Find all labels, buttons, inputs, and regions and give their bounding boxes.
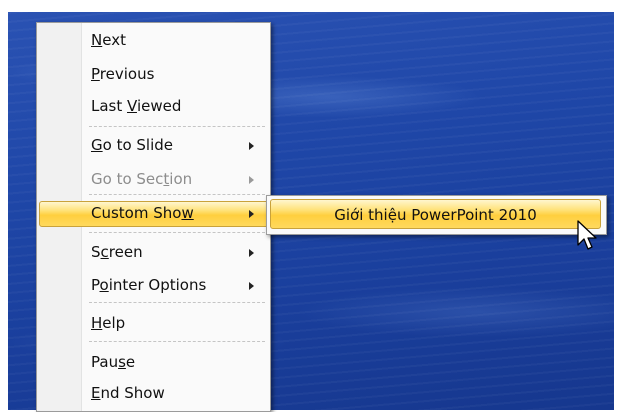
menu-item-label: Last Viewed [91,97,182,115]
submenu-arrow-icon [249,210,254,218]
menu-separator [89,194,265,195]
slideshow-context-menu: Next Previous Last Viewed Go to Slide Go… [36,22,271,412]
menu-item-label: Screen [91,243,143,261]
menu-item-next[interactable]: Next [39,28,267,54]
submenu-item-label: Giới thiệu PowerPoint 2010 [334,206,537,224]
menu-item-label: Pointer Options [91,276,207,294]
menu-item-label: Help [91,314,126,332]
menu-item-previous[interactable]: Previous [39,62,267,88]
mouse-pointer-icon [577,220,597,250]
submenu-arrow-icon [249,176,254,184]
submenu-arrow-icon [249,142,254,150]
menu-separator [89,232,265,233]
submenu-arrow-icon [249,282,254,290]
menu-item-custom-show[interactable]: Custom Show [39,201,270,227]
menu-item-pointer-options[interactable]: Pointer Options [39,273,267,299]
menu-separator [89,341,265,342]
custom-show-submenu: Giới thiệu PowerPoint 2010 [266,195,607,235]
menu-item-screen[interactable]: Screen [39,240,267,266]
menu-item-end-show[interactable]: End Show [39,381,267,407]
menu-item-label: Go to Slide [91,136,174,154]
menu-item-label: Previous [91,65,155,83]
menu-item-pause[interactable]: Pause [39,350,267,376]
menu-item-go-to-section[interactable]: Go to Section [39,167,267,193]
submenu-item-custom-show[interactable]: Giới thiệu PowerPoint 2010 [270,199,601,229]
menu-item-label: Next [91,31,126,49]
menu-item-go-to-slide[interactable]: Go to Slide [39,133,267,159]
menu-item-help[interactable]: Help [39,311,267,337]
submenu-arrow-icon [249,249,254,257]
menu-separator [89,302,265,303]
menu-item-label: Go to Section [91,170,193,188]
menu-item-label: End Show [91,384,165,402]
menu-item-last-viewed[interactable]: Last Viewed [39,94,267,120]
menu-item-label: Pause [91,353,136,371]
menu-item-label: Custom Show [91,204,194,222]
menu-separator [89,126,265,127]
